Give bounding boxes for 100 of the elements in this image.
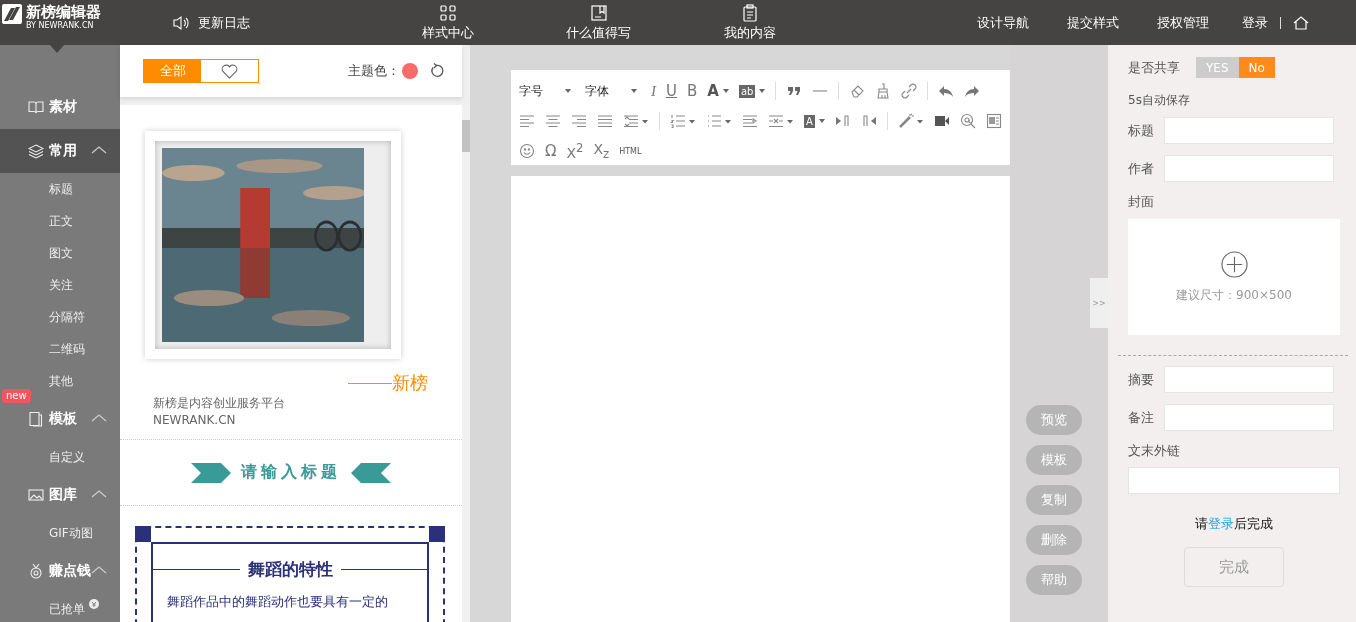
- toolbar-button[interactable]: HTML: [619, 146, 642, 156]
- brush-icon[interactable]: [875, 83, 892, 99]
- nav-tab[interactable]: 样式中心: [372, 0, 523, 45]
- toolbar-button[interactable]: B: [687, 82, 698, 100]
- caret-icon[interactable]: [91, 565, 107, 575]
- justify-icon[interactable]: [597, 113, 613, 129]
- bookmark-icon: [589, 4, 608, 22]
- heart-icon: [221, 63, 238, 79]
- logo-title: 新榜编辑器: [26, 4, 101, 21]
- sidebar-section[interactable]: 赚点钱: [0, 549, 120, 593]
- input-field[interactable]: [1128, 467, 1340, 494]
- caret-icon[interactable]: [631, 89, 637, 93]
- sidebar-item[interactable]: 其他: [49, 372, 73, 390]
- logo-subtitle: BY NEWRANK.CN: [26, 21, 95, 31]
- spacing-icon[interactable]: [768, 113, 794, 129]
- eraser-icon[interactable]: [849, 83, 866, 99]
- layers-icon: [28, 143, 44, 159]
- chevron-icon: [191, 462, 231, 483]
- caret-icon[interactable]: [91, 145, 107, 155]
- page-icon: [28, 411, 44, 427]
- theme-color-label: 主题色：: [348, 62, 400, 80]
- toolbar-dropdown[interactable]: 字体: [585, 82, 637, 100]
- document-icon[interactable]: [985, 113, 1002, 129]
- changelog-link[interactable]: 更新日志: [172, 0, 372, 45]
- toolbar-button[interactable]: X$_{z}$: [593, 141, 610, 161]
- chevron-icon: [351, 462, 391, 483]
- nav-tab[interactable]: 我的内容: [674, 0, 825, 45]
- theme-color-swatch[interactable]: [402, 63, 418, 79]
- caret-icon[interactable]: [91, 489, 107, 499]
- cover-label: 封面: [1128, 193, 1155, 211]
- nav-link[interactable]: 设计导航: [958, 13, 1048, 32]
- sidebar-item[interactable]: 已抢单: [49, 600, 85, 618]
- toolbar-button[interactable]: X$^{2}$: [566, 141, 584, 161]
- login-link[interactable]: 登录: [1208, 516, 1234, 531]
- sidebar-item[interactable]: 自定义: [49, 448, 85, 466]
- nav-tab[interactable]: 什么值得写: [523, 0, 674, 45]
- sidebar-item[interactable]: GIF动图: [49, 524, 93, 542]
- left-to-right-icon[interactable]: [834, 113, 851, 129]
- input-field[interactable]: [1164, 117, 1334, 144]
- home-icon[interactable]: [1293, 14, 1309, 31]
- sidebar-item[interactable]: 图文: [49, 244, 73, 262]
- emoji-icon[interactable]: [519, 143, 535, 159]
- input-field[interactable]: [1164, 155, 1334, 182]
- toolbar-button[interactable]: I: [651, 82, 656, 100]
- sidebar-item[interactable]: 正文: [49, 212, 73, 230]
- at-search-icon[interactable]: [959, 113, 976, 129]
- input-field[interactable]: [1164, 404, 1334, 431]
- share-option[interactable]: No: [1238, 57, 1275, 78]
- sidebar-item[interactable]: 二维码: [49, 340, 85, 358]
- align-center-icon[interactable]: [545, 113, 561, 129]
- field-label: 备注: [1128, 408, 1154, 427]
- nav-link[interactable]: 提交样式: [1048, 13, 1138, 32]
- toolbar-button[interactable]: U: [666, 82, 677, 100]
- image-icon: [28, 487, 44, 503]
- description-text: NEWRANK.CN: [153, 412, 237, 429]
- sidebar-section[interactable]: 图库: [0, 473, 120, 517]
- redo-icon[interactable]: [964, 83, 981, 99]
- right-to-left-icon[interactable]: [860, 113, 877, 129]
- indent-icon[interactable]: [742, 113, 758, 129]
- book-icon: [28, 99, 44, 115]
- caret-icon[interactable]: [759, 89, 766, 93]
- scrollbar-thumb[interactable]: [462, 120, 470, 152]
- caret-icon[interactable]: [818, 119, 825, 123]
- sidebar-item[interactable]: 关注: [49, 276, 73, 294]
- toolbar-button[interactable]: Ω: [545, 142, 557, 160]
- login-note: 请登录后完成: [1194, 515, 1274, 533]
- signature-text: 新榜: [392, 371, 428, 395]
- frame-title: 舞蹈的特性: [247, 558, 333, 581]
- toolbar-dropdown[interactable]: 字号: [519, 82, 571, 100]
- magic-wand-icon[interactable]: [897, 113, 924, 129]
- filter-tab[interactable]: 全部: [144, 60, 201, 82]
- cover-upload[interactable]: 建议尺寸：900×500: [1128, 219, 1340, 335]
- caret-icon[interactable]: [722, 89, 729, 93]
- align-left-icon[interactable]: [519, 113, 535, 129]
- login-link[interactable]: 登录: [1242, 13, 1268, 32]
- align-right-icon[interactable]: [571, 113, 587, 129]
- link-icon[interactable]: [901, 83, 918, 99]
- input-field[interactable]: [1164, 366, 1334, 393]
- frame-body-text: 舞蹈作品中的舞蹈动作也要具有一定的: [167, 593, 389, 611]
- sidebar-section[interactable]: 常用: [0, 129, 120, 173]
- corner-square: [135, 526, 151, 542]
- corner-square: [429, 526, 445, 542]
- collapse-button[interactable]: >>: [1090, 278, 1108, 328]
- video-icon[interactable]: [933, 113, 950, 129]
- sidebar-section[interactable]: 素材: [0, 85, 120, 129]
- banner-title: 请输入标题: [241, 462, 341, 483]
- caret-icon[interactable]: [565, 89, 571, 93]
- share-label: 是否共享: [1128, 58, 1180, 77]
- field-label: 标题: [1128, 121, 1154, 140]
- numbered-list-icon[interactable]: [670, 113, 696, 129]
- bullet-list-icon[interactable]: [706, 113, 732, 129]
- description-text: 新榜是内容创业服务平台: [153, 395, 286, 412]
- toolbar-button[interactable]: A: [707, 82, 729, 100]
- sidebar-item[interactable]: 分隔符: [49, 308, 85, 326]
- caret-icon[interactable]: [91, 413, 107, 423]
- line-height-icon[interactable]: [623, 113, 649, 129]
- add-icon[interactable]: [1220, 250, 1248, 278]
- sidebar-item[interactable]: 标题: [49, 180, 73, 198]
- nav-link[interactable]: 授权管理: [1138, 13, 1228, 32]
- reset-icon[interactable]: [428, 63, 444, 79]
